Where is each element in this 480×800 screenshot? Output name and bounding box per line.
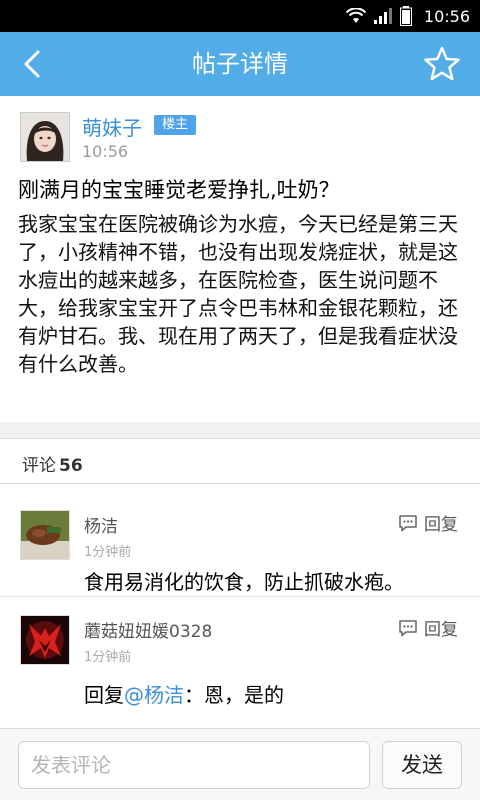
battery-icon bbox=[399, 6, 412, 26]
comments-header: 评论 56 bbox=[0, 438, 480, 484]
back-arrow-icon bbox=[24, 50, 40, 78]
reply-button[interactable]: 回复 bbox=[398, 510, 458, 535]
commenter-avatar[interactable] bbox=[20, 510, 70, 560]
commenter-avatar[interactable] bbox=[20, 615, 70, 665]
avatar-image bbox=[21, 616, 69, 664]
reply-label: 回复 bbox=[424, 620, 458, 640]
title-bar: 帖子详情 bbox=[0, 32, 480, 96]
owner-badge: 楼主 bbox=[154, 115, 197, 135]
avatar-image bbox=[21, 511, 69, 559]
comments-count: 56 bbox=[59, 456, 83, 476]
status-bar: 10:56 bbox=[0, 0, 480, 32]
mention-link[interactable]: @杨洁 bbox=[124, 683, 184, 707]
commenter-name[interactable]: 杨洁 bbox=[84, 512, 118, 537]
comment-input-bar: 发送 bbox=[0, 728, 480, 800]
post-card: 萌妹子 楼主 10:56 刚满月的宝宝睡觉老爱挣扎,吐奶？ 我家宝宝在医院被确诊… bbox=[0, 96, 480, 422]
favorite-button[interactable] bbox=[420, 42, 464, 86]
star-icon bbox=[424, 46, 460, 81]
back-button[interactable] bbox=[8, 40, 56, 88]
reply-prefix: 回复 bbox=[84, 683, 124, 707]
comments-label-text: 评论 bbox=[22, 456, 56, 476]
comment-item: 蘑菇妞妞媛0328 回复 1分钟前 回复@杨洁：恩，是的 bbox=[0, 597, 480, 728]
comment-text: 回复@杨洁：恩，是的 bbox=[84, 679, 284, 708]
status-time: 10:56 bbox=[423, 6, 470, 26]
wifi-icon bbox=[345, 8, 366, 23]
comment-time: 1分钟前 bbox=[84, 545, 132, 560]
post-title: 刚满月的宝宝睡觉老爱挣扎,吐奶？ bbox=[18, 178, 340, 202]
author-avatar[interactable] bbox=[20, 112, 70, 162]
comment-bubble-icon bbox=[399, 619, 417, 636]
signal-icon bbox=[373, 8, 392, 24]
reply-label: 回复 bbox=[424, 515, 458, 535]
reply-content: ：恩，是的 bbox=[184, 683, 284, 707]
reply-button[interactable]: 回复 bbox=[398, 615, 458, 640]
comment-item: 杨洁 回复 1分钟前 食用易消化的饮食，防止抓破水疱。 bbox=[0, 484, 480, 596]
comments-label: 评论 56 bbox=[22, 451, 83, 476]
post-time: 10:56 bbox=[82, 142, 129, 161]
comment-input[interactable] bbox=[18, 741, 370, 789]
author-name[interactable]: 萌妹子 bbox=[82, 112, 142, 141]
post-body: 我家宝宝在医院被确诊为水痘，今天已经是第三天了，小孩精神不错，也没有出现发烧症状… bbox=[18, 212, 458, 376]
commenter-name[interactable]: 蘑菇妞妞媛0328 bbox=[84, 617, 212, 642]
comment-time: 1分钟前 bbox=[84, 650, 132, 665]
comment-text: 食用易消化的饮食，防止抓破水疱。 bbox=[84, 570, 404, 594]
comment-bubble-icon bbox=[399, 514, 417, 531]
avatar-image bbox=[21, 113, 69, 161]
send-button[interactable]: 发送 bbox=[382, 741, 462, 789]
page-title: 帖子详情 bbox=[192, 50, 288, 78]
